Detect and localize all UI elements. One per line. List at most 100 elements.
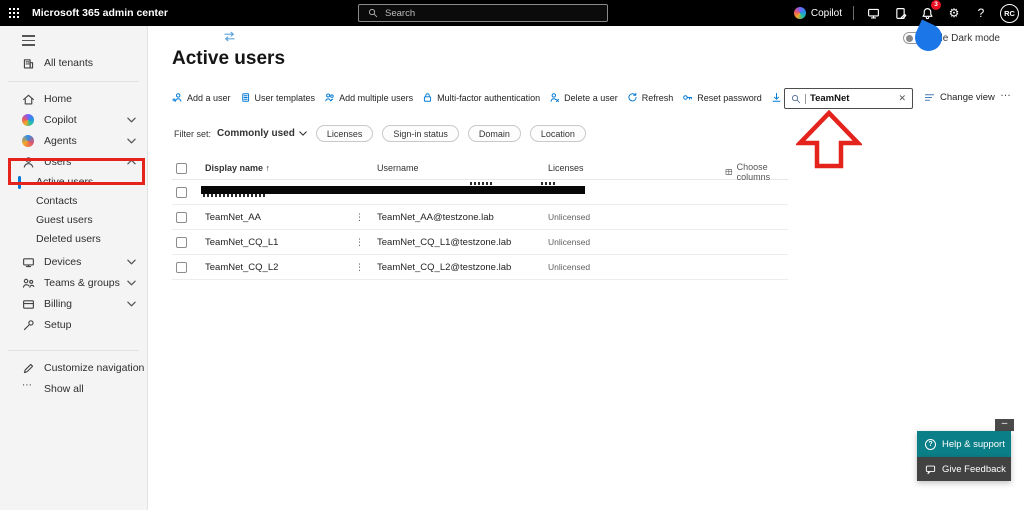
choose-columns-button[interactable]: Choose columns <box>725 162 788 182</box>
sidebar-item-billing[interactable]: Billing <box>0 294 147 315</box>
filter-pill-location[interactable]: Location <box>530 125 586 142</box>
sidebar-item-customize-navigation[interactable]: Customize navigation <box>0 358 147 379</box>
cell-username: TeamNet_CQ_L2@testzone.lab <box>377 255 511 280</box>
user-search-value: TeamNet <box>810 93 894 104</box>
swap-arrows-icon[interactable] <box>222 31 237 42</box>
column-display-name[interactable]: Display name ↑ <box>205 163 270 173</box>
tenants-building-icon <box>22 57 35 70</box>
pencil-icon <box>22 362 35 375</box>
delete-user-button[interactable]: Delete a user <box>549 92 618 103</box>
row-checkbox[interactable] <box>176 262 187 273</box>
row-checkbox[interactable] <box>176 237 187 248</box>
table-row[interactable]: TeamNet_CQ_L2 ⋮ TeamNet_CQ_L2@testzone.l… <box>172 255 788 280</box>
sidebar-item-home[interactable]: Home <box>0 89 147 110</box>
cell-display-name[interactable]: TeamNet_CQ_L1 <box>205 230 278 255</box>
home-icon <box>22 93 35 106</box>
chevron-down-icon <box>299 131 307 136</box>
reset-password-button[interactable]: Reset password <box>682 92 762 103</box>
add-user-icon <box>172 92 183 103</box>
waffle-menu-icon[interactable] <box>0 0 28 26</box>
cell-license: Unlicensed <box>548 205 590 230</box>
text-caret <box>805 94 806 104</box>
global-search-placeholder: Search <box>385 8 415 19</box>
add-multiple-users-icon <box>324 92 335 103</box>
ellipsis-icon: ⋯ <box>22 383 35 396</box>
notifications-bell-icon[interactable]: 3 <box>919 5 935 21</box>
copilot-icon <box>22 114 35 127</box>
column-licenses[interactable]: Licenses <box>548 163 584 173</box>
sidebar-item-deleted-users[interactable]: Deleted users <box>0 230 147 249</box>
chevron-down-icon <box>127 259 136 265</box>
export-download-icon <box>771 92 782 103</box>
filter-pill-signin-status[interactable]: Sign-in status <box>382 125 459 142</box>
filter-set-dropdown[interactable]: Commonly used <box>217 128 307 139</box>
feedback-speech-bubble-icon <box>925 464 936 475</box>
sidebar-divider <box>8 350 139 351</box>
main-content: ble Dark mode Active users Add a user Us… <box>148 26 1024 510</box>
change-view-icon <box>924 92 935 103</box>
user-templates-button[interactable]: User templates <box>240 92 316 103</box>
refresh-button[interactable]: Refresh <box>627 92 674 103</box>
multi-factor-authentication-button[interactable]: Multi-factor authentication <box>422 92 540 103</box>
filter-pill-licenses[interactable]: Licenses <box>316 125 374 142</box>
sidebar-item-setup[interactable]: Setup <box>0 315 147 336</box>
help-question-icon[interactable]: ? <box>973 5 989 21</box>
more-actions-icon[interactable]: ⋮ <box>355 255 364 280</box>
sort-ascending-icon: ↑ <box>266 163 271 173</box>
agents-icon <box>22 135 35 148</box>
admin-centers-monitor-icon[interactable] <box>865 5 881 21</box>
table-row[interactable]: TeamNet_AA ⋮ TeamNet_AA@testzone.lab Unl… <box>172 205 788 230</box>
chevron-up-icon <box>127 159 136 165</box>
give-feedback-button[interactable]: Give Feedback <box>917 457 1011 481</box>
chevron-down-icon <box>127 117 136 123</box>
sidebar-item-contacts[interactable]: Contacts <box>0 192 147 211</box>
minimize-widget-button[interactable]: – <box>995 419 1014 431</box>
sidebar: All tenants Home Copilot Agents Users Ac… <box>0 26 148 510</box>
row-checkbox[interactable] <box>176 212 187 223</box>
cell-username: TeamNet_AA@testzone.lab <box>377 205 494 230</box>
whats-new-document-icon[interactable] <box>892 5 908 21</box>
table-row-redacted[interactable] <box>172 180 788 205</box>
setup-wrench-icon <box>22 319 35 332</box>
table-row[interactable]: TeamNet_CQ_L1 ⋮ TeamNet_CQ_L1@testzone.l… <box>172 230 788 255</box>
dark-mode-toggle[interactable] <box>903 32 929 44</box>
filter-pill-domain[interactable]: Domain <box>468 125 521 142</box>
global-search-input[interactable]: Search <box>358 4 608 22</box>
more-actions-icon[interactable]: ⋮ <box>355 205 364 230</box>
change-view-button[interactable]: Change view <box>924 92 995 103</box>
add-multiple-users-button[interactable]: Add multiple users <box>324 92 413 103</box>
refresh-icon <box>627 92 638 103</box>
cell-display-name[interactable]: TeamNet_AA <box>205 205 261 230</box>
sidebar-item-all-tenants[interactable]: All tenants <box>0 53 147 74</box>
dark-mode-label: ble Dark mode <box>935 33 1000 44</box>
filter-set-label: Filter set: <box>174 129 211 139</box>
clear-search-icon[interactable]: ✕ <box>898 93 906 104</box>
add-user-button[interactable]: Add a user <box>172 92 231 103</box>
topbar-divider <box>853 6 854 20</box>
sidebar-item-show-all[interactable]: ⋯ Show all <box>0 379 147 400</box>
mfa-lock-icon <box>422 92 433 103</box>
chevron-down-icon <box>127 301 136 307</box>
cell-display-name[interactable]: TeamNet_CQ_L2 <box>205 255 278 280</box>
column-username[interactable]: Username <box>377 163 419 173</box>
chevron-down-icon <box>127 280 136 286</box>
settings-gear-icon[interactable]: ⚙ <box>946 5 962 21</box>
copilot-button[interactable]: Copilot <box>794 7 842 19</box>
user-search-box[interactable]: TeamNet ✕ <box>784 88 913 109</box>
row-checkbox[interactable] <box>176 187 187 198</box>
sidebar-item-users[interactable]: Users <box>0 152 147 173</box>
users-person-icon <box>22 156 35 169</box>
sidebar-item-devices[interactable]: Devices <box>0 252 147 273</box>
app-title[interactable]: Microsoft 365 admin center <box>32 7 168 19</box>
sidebar-item-guest-users[interactable]: Guest users <box>0 211 147 230</box>
sidebar-item-agents[interactable]: Agents <box>0 131 147 152</box>
sidebar-item-copilot[interactable]: Copilot <box>0 110 147 131</box>
select-all-checkbox[interactable] <box>176 163 187 174</box>
help-support-button[interactable]: ? Help & support <box>917 431 1011 457</box>
overflow-menu-icon[interactable]: … <box>1000 87 1012 99</box>
more-actions-icon[interactable]: ⋮ <box>355 230 364 255</box>
sidebar-item-teams-groups[interactable]: Teams & groups <box>0 273 147 294</box>
account-avatar[interactable]: RC <box>1000 4 1019 23</box>
hamburger-menu-icon[interactable] <box>22 35 35 46</box>
sidebar-item-active-users[interactable]: Active users <box>0 173 147 192</box>
